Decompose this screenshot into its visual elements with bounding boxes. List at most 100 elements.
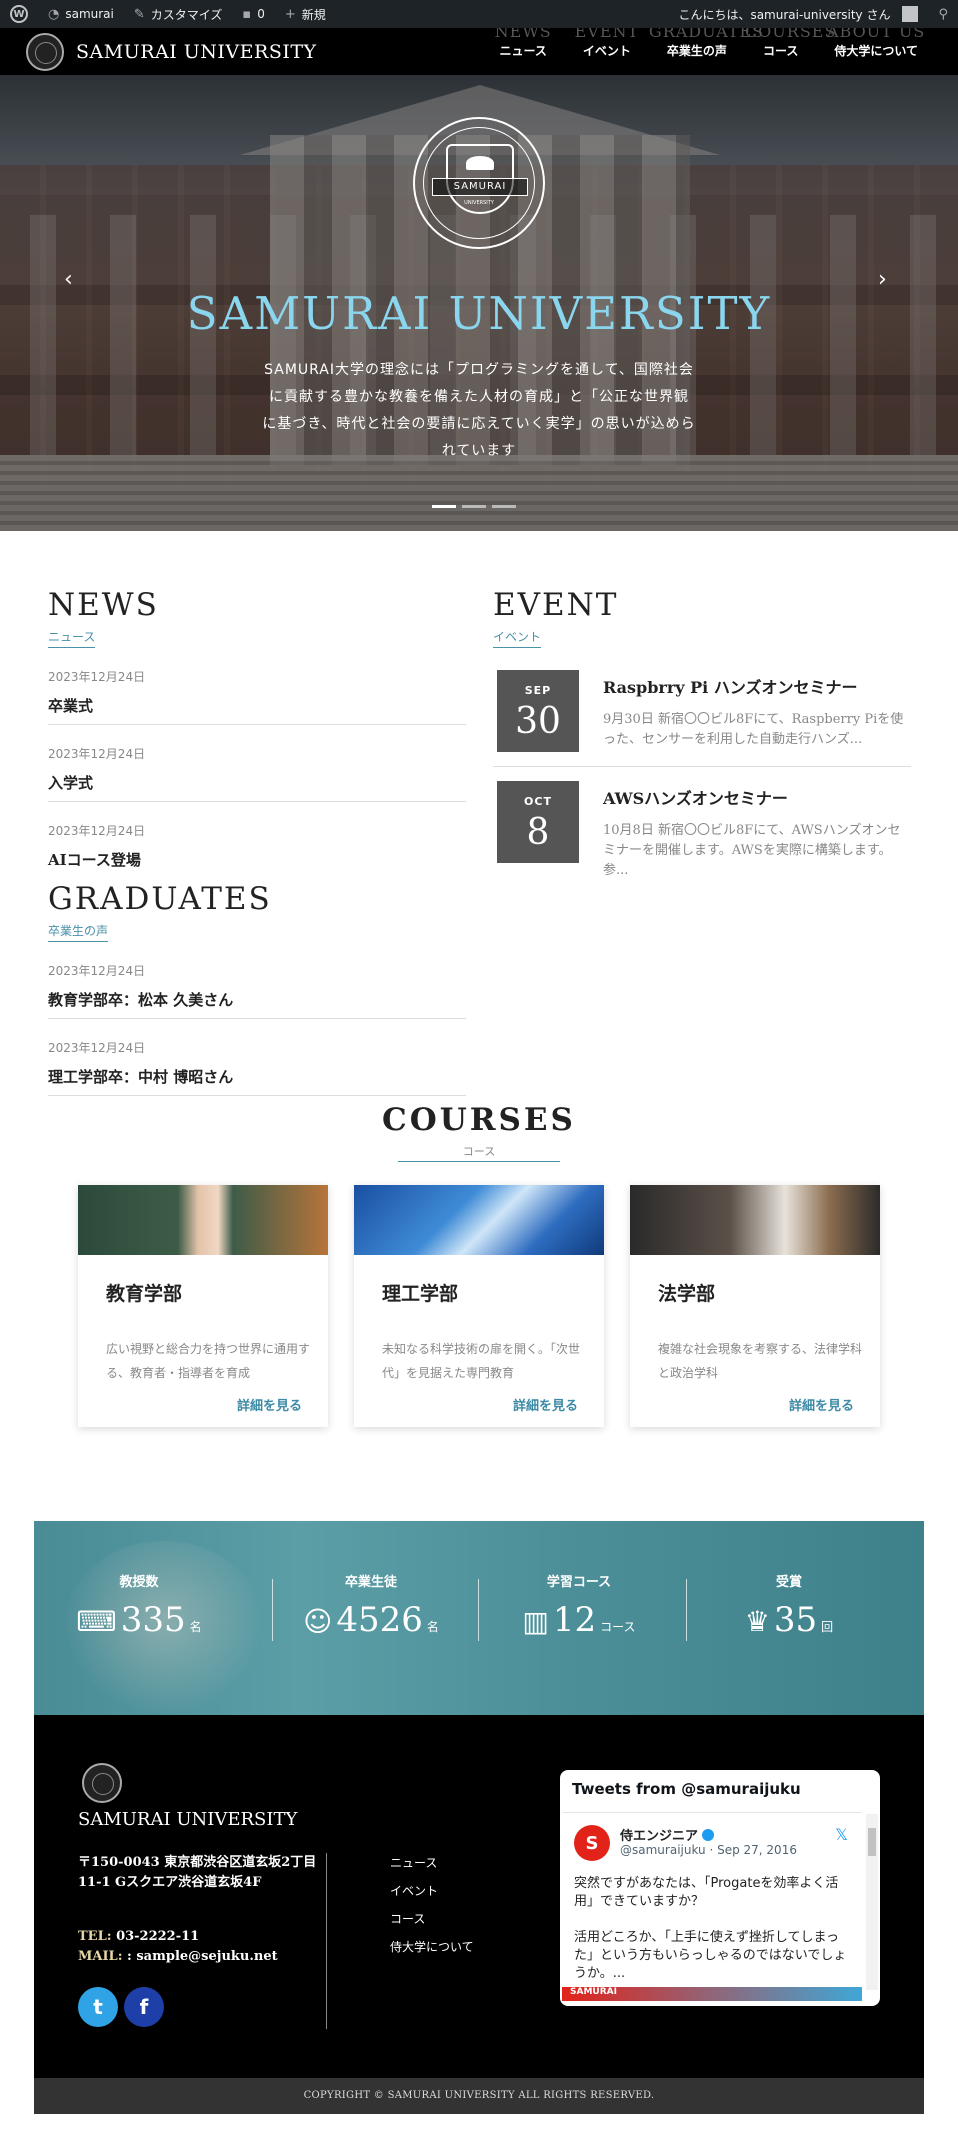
comments-link[interactable]: ▪ 0 <box>232 0 274 28</box>
footer-nav-courses[interactable]: コース <box>390 1905 474 1933</box>
footer-address: 〒150-0043 東京都渋谷区道玄坂2丁目11-1 Gスクエア渋谷道玄坂4F <box>78 1855 317 1890</box>
news-date: 2023年12月24日 <box>48 824 146 838</box>
event-list: SEP 30 Raspbrry Pi ハンズオンセミナー 9月30日 新宿〇〇ビ… <box>493 666 911 891</box>
stat-unit: 回 <box>821 1620 834 1634</box>
customize-link[interactable]: ✎ カスタマイズ <box>124 0 233 28</box>
nav-item-event[interactable]: EVENT イベント <box>565 22 649 75</box>
stat-value: 335 <box>120 1600 186 1640</box>
tweet-text: 突然ですがあなたは、「Progateを効率よく活用」できていますか？ 活用どころ… <box>574 1876 847 1981</box>
verified-badge-icon <box>702 1829 715 1841</box>
stat-label: 教授数 <box>119 1575 159 1590</box>
nav-ja-label: 侍大学について <box>834 44 918 58</box>
social-links: t f <box>78 1987 164 2027</box>
scrollbar-thumb[interactable] <box>868 1828 876 1856</box>
course-more-link[interactable]: 詳細を見る <box>237 1395 302 1414</box>
course-card-education[interactable]: 教育学部 広い視野と総合力を持つ世界に通用する、教育者・指導者を育成 詳細を見る <box>78 1185 328 1427</box>
x-logo-icon[interactable]: 𝕏 <box>835 1825 848 1844</box>
stat-unit: コース <box>600 1620 636 1634</box>
mail-label: MAIL: <box>78 1949 123 1964</box>
my-account-link[interactable]: こんにちは、samurai-university さん <box>668 0 928 28</box>
graduate-date: 2023年12月24日 <box>48 1041 146 1055</box>
news-subtitle: ニュース <box>48 626 96 648</box>
new-label: 新規 <box>301 7 326 22</box>
nav-item-news[interactable]: NEWS ニュース <box>482 22 565 75</box>
tel-label: TEL: <box>78 1929 112 1944</box>
footer-mail: MAIL: : sample@sejuku.net <box>78 1947 278 1967</box>
customize-label: カスタマイズ <box>150 7 223 22</box>
event-month: SEP <box>524 684 552 697</box>
avatar <box>902 6 919 22</box>
course-more-link[interactable]: 詳細を見る <box>513 1395 578 1414</box>
slider-prev-button[interactable]: ‹ <box>64 267 73 292</box>
hero-title: SAMURAI UNIVERSITY <box>186 287 772 340</box>
emblem-ring: SAMURAI UNIVERSITY <box>423 127 535 239</box>
facebook-icon[interactable]: f <box>124 1987 164 2027</box>
tweets-scrollbar[interactable] <box>866 1814 878 1990</box>
event-subtitle: イベント <box>493 626 542 648</box>
event-title: EVENT <box>493 587 619 623</box>
graduate-date: 2023年12月24日 <box>48 964 146 978</box>
nav-item-courses[interactable]: COURSES コース <box>745 22 835 75</box>
footer-nav-event[interactable]: イベント <box>390 1877 474 1905</box>
twitter-icon[interactable]: t <box>78 1987 118 2027</box>
nav-item-about[interactable]: ABOUT US 侍大学について <box>816 22 936 75</box>
event-date-badge: OCT 8 <box>493 777 583 867</box>
event-item[interactable]: OCT 8 AWSハンズオンセミナー 10月8日 新宿〇〇ビル8Fにて、AWSハ… <box>493 777 911 891</box>
graduate-item[interactable]: 2023年12月24日 教育学部卒：松本 久美さん <box>48 962 466 1019</box>
brush-icon: ✎ <box>133 6 145 22</box>
tweet-author: 侍エンジニア <box>620 1825 715 1844</box>
event-item-title: Raspbrry Pi ハンズオンセミナー <box>603 678 858 697</box>
footer-nav: ニュース イベント コース 侍大学について <box>390 1849 474 1961</box>
tweets-title: Tweets from @samuraijuku <box>572 1780 801 1798</box>
course-card-law[interactable]: 法学部 複雑な社会現象を考察する、法律学科と政治学科 詳細を見る <box>630 1185 880 1427</box>
slider-dot[interactable] <box>492 505 516 508</box>
wordpress-menu[interactable]: W <box>0 0 38 28</box>
twitter-timeline-widget[interactable]: Tweets from @samuraijuku S 侍エンジニア @samur… <box>560 1770 880 2006</box>
search-icon: ⚲ <box>938 6 948 22</box>
tel-value[interactable]: 03-2222-11 <box>116 1929 199 1944</box>
new-content-link[interactable]: + 新規 <box>275 0 336 28</box>
event-section: EVENT イベント SEP 30 Raspbrry Pi ハンズオンセミナー … <box>493 590 911 891</box>
stat-professors: 教授数 ⌨ 335 名 <box>34 1571 244 1640</box>
tweet-handle: @samuraijuku · Sep 27, 2016 <box>620 1843 797 1857</box>
nav-ja-label: コース <box>762 44 799 58</box>
news-date: 2023年12月24日 <box>48 670 146 684</box>
news-item[interactable]: 2023年12月24日 AIコース登場 <box>48 822 466 878</box>
footer-name: SAMURAI UNIVERSITY <box>78 1809 298 1830</box>
event-day: 8 <box>526 812 550 853</box>
search-button[interactable]: ⚲ <box>928 0 958 28</box>
tweet-card[interactable]: S 侍エンジニア @samuraijuku · Sep 27, 2016 𝕏 突… <box>562 1812 862 2001</box>
footer-nav-about[interactable]: 侍大学について <box>390 1933 474 1961</box>
site-footer: SAMURAI UNIVERSITY 〒150-0043 東京都渋谷区道玄坂2丁… <box>34 1715 924 2078</box>
wordpress-icon: W <box>10 5 28 23</box>
stat-awards: 受賞 ♛ 35 回 <box>684 1571 894 1640</box>
stat-label: 学習コース <box>546 1575 612 1590</box>
footer-nav-news[interactable]: ニュース <box>390 1849 474 1877</box>
news-item[interactable]: 2023年12月24日 卒業式 <box>48 668 466 725</box>
slider-next-button[interactable]: › <box>878 267 887 292</box>
global-nav: NEWS ニュース EVENT イベント GRADUATES 卒業生の声 COU… <box>482 22 958 75</box>
nav-item-graduates[interactable]: GRADUATES 卒業生の声 <box>649 22 763 75</box>
news-item[interactable]: 2023年12月24日 入学式 <box>48 745 466 802</box>
site-name: samurai <box>65 7 114 21</box>
site-name-link[interactable]: ◔ samurai <box>38 0 124 28</box>
stat-value: 12 <box>552 1600 597 1640</box>
graduation-cap-icon <box>466 156 494 170</box>
event-item[interactable]: SEP 30 Raspbrry Pi ハンズオンセミナー 9月30日 新宿〇〇ビ… <box>493 666 911 767</box>
course-more-link[interactable]: 詳細を見る <box>789 1395 854 1414</box>
hero-slider: SAMURAI UNIVERSITY SAMURAI UNIVERSITY SA… <box>0 75 958 531</box>
mail-value[interactable]: : sample@sejuku.net <box>127 1949 278 1964</box>
stat-row: ▥ 12 コース <box>474 1600 684 1640</box>
greeting: こんにちは、samurai-university さん <box>678 7 891 22</box>
graduates-subtitle: 卒業生の声 <box>48 920 109 942</box>
stat-label: 受賞 <box>775 1575 802 1590</box>
news-item-title: 卒業式 <box>48 697 94 715</box>
brand-link[interactable]: SAMURAI UNIVERSITY <box>0 32 317 71</box>
graduate-item[interactable]: 2023年12月24日 理工学部卒：中村 博昭さん <box>48 1039 466 1096</box>
event-item-desc: 10月8日 新宿〇〇ビル8Fにて、AWSハンズオンセミナーを開催します。AWSを… <box>603 823 901 878</box>
stat-unit: 名 <box>189 1620 202 1634</box>
tweet-author-name: 侍エンジニア <box>620 1829 699 1844</box>
slider-dot[interactable] <box>432 505 456 508</box>
slider-dot[interactable] <box>462 505 486 508</box>
course-card-science[interactable]: 理工学部 未知なる科学技術の扉を開く。「次世代」を見据えた専門教育 詳細を見る <box>354 1185 604 1427</box>
